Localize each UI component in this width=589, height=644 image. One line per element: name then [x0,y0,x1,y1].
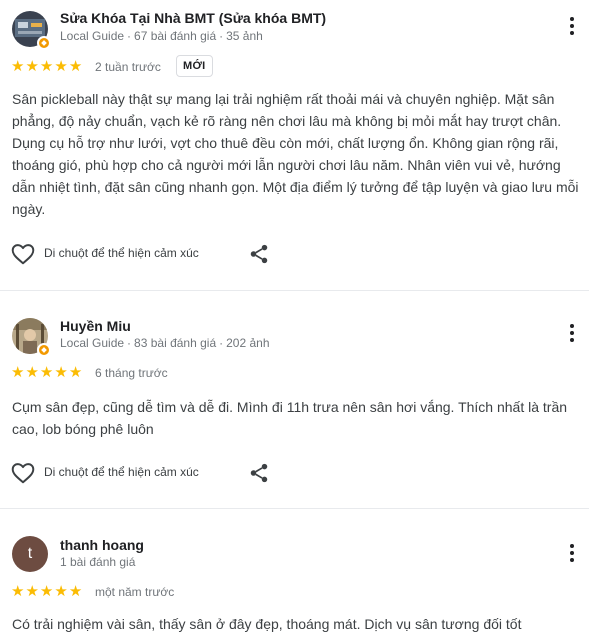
review-actions: Di chuột để thể hiện cảm xúc [10,241,570,267]
star-icon: ★ [68,363,83,381]
star-icon: ★ [39,363,54,381]
review-card: Huyền Miu Local Guide · 83 bài đánh giá · 20… [0,291,589,507]
review-count: 1 bài đánh giá [60,555,136,569]
review-count: 67 bài đánh giá [134,29,217,43]
star-icon: ★ [25,582,39,600]
star-icon: ★ [54,582,68,600]
star-rating: ★ ★ ★ ★ ★ [11,59,82,74]
review-time: 2 tuần trước [95,60,161,74]
reviewer-meta: Local Guide · 67 bài đánh giá · 35 ảnh [60,29,263,43]
more-options-icon[interactable] [560,541,584,565]
star-icon: ★ [54,363,68,381]
star-rating: ★ ★ ★ ★ ★ [11,365,82,380]
review-text: Có trải nghiệm vài sân, thấy sân ở đây đ… [12,616,522,632]
review-time: 6 tháng trước [95,366,168,380]
heart-outline-icon[interactable] [10,241,36,267]
star-icon: ★ [11,57,25,75]
photo-count: 35 ảnh [226,29,263,43]
reaction-hint: Di chuột để thể hiện cảm xúc [44,465,199,479]
star-icon: ★ [25,363,39,381]
star-icon: ★ [54,57,68,75]
local-guide-badge-icon [37,343,51,357]
more-options-icon[interactable] [560,321,584,345]
heart-outline-icon[interactable] [10,460,36,486]
star-icon: ★ [25,57,39,75]
reviewer-avatar[interactable]: t [12,536,48,572]
reviewer-name[interactable]: Huyền Miu [60,318,131,334]
photo-count: 202 ảnh [226,336,270,350]
local-guide-badge-icon [37,36,51,50]
star-icon: ★ [68,57,83,75]
reviewer-meta: 1 bài đánh giá [60,555,135,569]
reviewer-meta: Local Guide · 83 bài đánh giá · 202 ảnh [60,336,270,350]
star-icon: ★ [39,582,54,600]
local-guide-label: Local Guide [60,336,125,350]
share-icon[interactable] [248,243,270,265]
star-rating: ★ ★ ★ ★ ★ [11,584,82,599]
reviewer-avatar[interactable] [12,318,51,357]
star-icon: ★ [68,582,83,600]
review-count: 83 bài đánh giá [134,336,217,350]
share-icon[interactable] [248,462,270,484]
review-text: Sân pickleball này thật sự mang lại trải… [12,91,579,217]
review-text: Cụm sân đẹp, cũng dễ tìm và dễ đi. Mình … [12,399,568,437]
new-badge: MỚI [176,55,213,77]
more-options-icon[interactable] [560,14,584,38]
star-icon: ★ [39,57,54,75]
local-guide-label: Local Guide [60,29,125,43]
reviewer-name[interactable]: thanh hoang [60,537,144,553]
review-time: một năm trước [95,585,175,599]
review-card: Sửa Khóa Tại Nhà BMT (Sửa khóa BMT) Loca… [0,0,589,290]
review-card: t thanh hoang 1 bài đánh giá ★ ★ ★ ★ ★ một n… [0,509,589,644]
reviewer-avatar[interactable] [12,11,51,50]
reviewer-name[interactable]: Sửa Khóa Tại Nhà BMT (Sửa khóa BMT) [60,10,326,26]
star-icon: ★ [11,582,25,600]
reaction-hint: Di chuột để thể hiện cảm xúc [44,246,199,260]
review-actions: Di chuột để thể hiện cảm xúc [10,460,570,486]
star-icon: ★ [11,363,25,381]
